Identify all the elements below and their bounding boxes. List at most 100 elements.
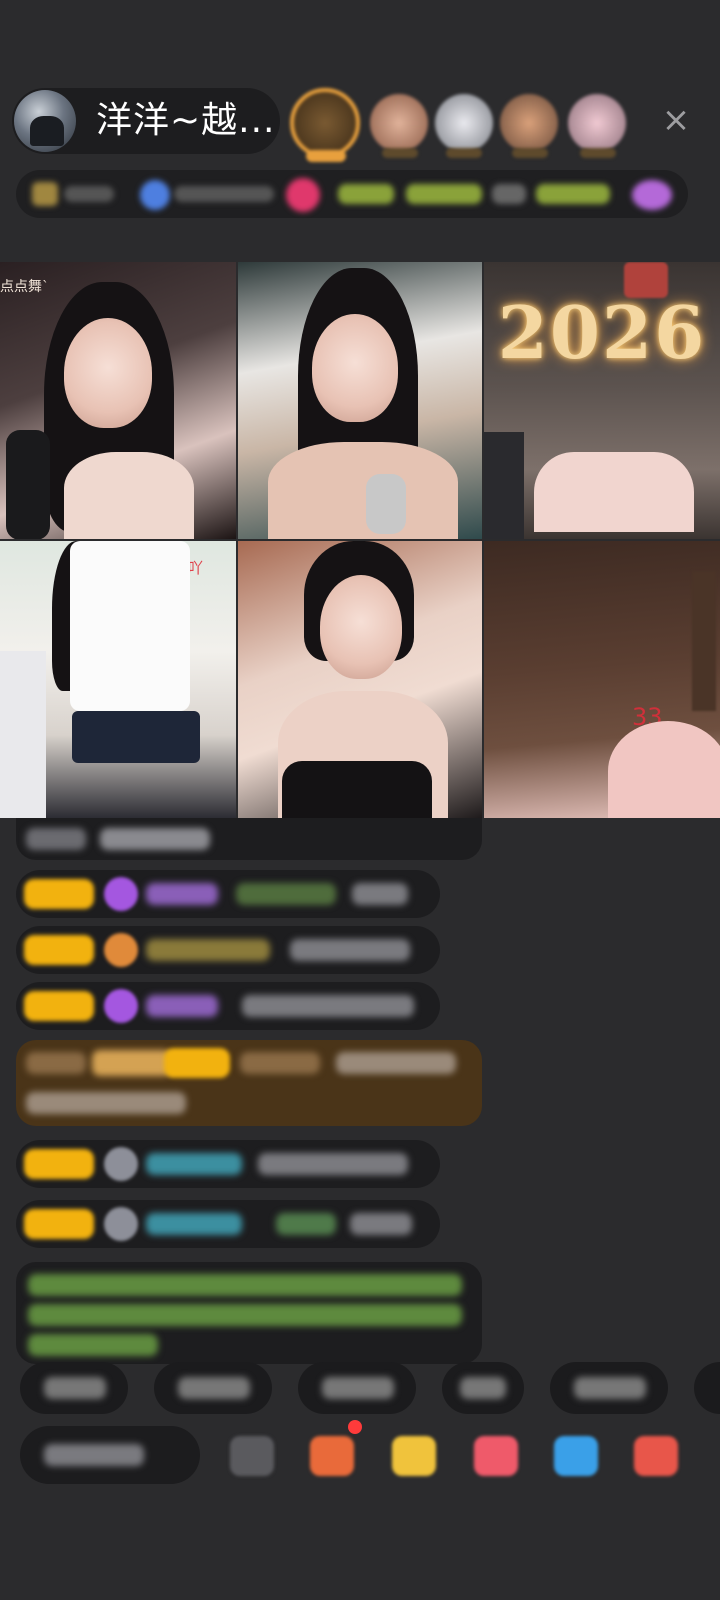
user-avatar xyxy=(104,1147,138,1181)
tag-chip[interactable] xyxy=(536,184,610,204)
notification-dot xyxy=(348,1420,362,1434)
blurred-text xyxy=(258,1153,408,1175)
tile-caption: 点点舞` xyxy=(0,279,49,295)
blurred-text xyxy=(26,1052,86,1074)
streamer-top xyxy=(70,541,190,711)
comment-input[interactable] xyxy=(20,1426,200,1484)
medal-icon xyxy=(104,933,138,967)
streamer-face xyxy=(64,318,152,428)
blurred-text xyxy=(276,1213,336,1235)
multi-guest-video-grid: 点点舞` 2026 众筹升级吖 33 xyxy=(0,262,720,818)
video-tile[interactable]: 2026 xyxy=(484,262,720,539)
streamer-body xyxy=(534,452,694,532)
streamer-body xyxy=(64,452,194,539)
chat-message[interactable] xyxy=(16,818,482,860)
streamer-body xyxy=(268,442,458,539)
microphone xyxy=(366,474,406,534)
quick-reply-chip[interactable] xyxy=(550,1362,668,1414)
viewer-avatar[interactable] xyxy=(568,94,626,152)
chat-icon[interactable] xyxy=(554,1436,598,1476)
blurred-text xyxy=(44,1377,106,1399)
side-banner xyxy=(692,571,716,711)
activity-icon[interactable] xyxy=(632,180,672,210)
viewer-badge xyxy=(580,148,616,158)
streamer-shorts xyxy=(72,711,200,763)
quick-reply-chip[interactable] xyxy=(694,1362,720,1414)
blurred-text xyxy=(178,1377,250,1399)
video-tile[interactable]: 众筹升级吖 xyxy=(0,541,236,818)
blurred-text xyxy=(242,995,414,1017)
camera-badge xyxy=(624,262,668,298)
video-tile[interactable] xyxy=(238,262,482,539)
gift-icon[interactable] xyxy=(310,1436,354,1476)
blurred-text xyxy=(322,1377,394,1399)
chat-message[interactable] xyxy=(16,1200,440,1248)
blurred-text xyxy=(146,883,218,905)
blurred-text xyxy=(460,1377,506,1399)
rank-icon[interactable] xyxy=(32,182,58,206)
shelf xyxy=(0,651,46,818)
blurred-text xyxy=(236,883,336,905)
microphone xyxy=(6,430,50,539)
activity-icon[interactable] xyxy=(474,1436,518,1476)
blurred-text xyxy=(174,186,274,202)
close-icon[interactable]: × xyxy=(660,100,692,140)
game-icon[interactable] xyxy=(392,1436,436,1476)
blurred-text xyxy=(28,1274,462,1296)
streamer-dress xyxy=(282,761,432,818)
video-tile[interactable] xyxy=(238,541,482,818)
blurred-text xyxy=(146,995,218,1017)
gem-icon xyxy=(104,989,138,1023)
quick-reply-chip[interactable] xyxy=(154,1362,272,1414)
video-tile[interactable]: 33 xyxy=(484,541,720,818)
badge-icon[interactable] xyxy=(140,180,170,210)
level-badge xyxy=(24,1149,94,1179)
user-avatar xyxy=(104,1207,138,1241)
chat-message[interactable] xyxy=(16,1140,440,1188)
blurred-text xyxy=(28,1334,158,1356)
host-info-pill[interactable]: 洋洋~越... xyxy=(12,88,280,154)
emoji-icon[interactable] xyxy=(230,1436,274,1476)
blurred-text xyxy=(26,828,86,850)
level-badge xyxy=(164,1048,230,1078)
streamer-face xyxy=(312,314,398,422)
blurred-text xyxy=(574,1377,646,1399)
blurred-text xyxy=(26,1092,186,1114)
streamer-face xyxy=(320,575,402,679)
blurred-text xyxy=(28,1304,462,1326)
host-name[interactable]: 洋洋~越... xyxy=(96,103,276,139)
quick-reply-chip[interactable] xyxy=(20,1362,128,1414)
level-badge xyxy=(24,935,94,965)
chat-message[interactable] xyxy=(16,982,440,1030)
tag-chip[interactable] xyxy=(406,184,482,204)
viewer-avatar[interactable] xyxy=(500,94,558,152)
chat-message[interactable] xyxy=(16,870,440,918)
new-year-light-sign: 2026 xyxy=(497,290,707,375)
blurred-text xyxy=(146,939,270,961)
blurred-text xyxy=(352,883,408,905)
blurred-text xyxy=(44,1444,144,1466)
blurred-text xyxy=(64,186,114,202)
viewer-avatar[interactable] xyxy=(370,94,428,152)
tag-chip[interactable] xyxy=(338,184,394,204)
chat-message-highlighted[interactable] xyxy=(16,1040,482,1126)
viewer-avatar[interactable] xyxy=(290,88,360,162)
host-avatar[interactable] xyxy=(14,90,76,152)
level-badge xyxy=(24,1209,94,1239)
viewer-avatar[interactable] xyxy=(435,94,493,152)
viewer-badge xyxy=(512,148,548,158)
blurred-text xyxy=(350,1213,412,1235)
viewer-badge xyxy=(446,148,482,158)
quick-reply-chip[interactable] xyxy=(298,1362,416,1414)
streamer-body xyxy=(608,721,720,818)
level-badge xyxy=(24,991,94,1021)
quick-reply-chip[interactable] xyxy=(442,1362,524,1414)
blurred-text xyxy=(290,939,410,961)
more-icon[interactable] xyxy=(634,1436,678,1476)
chat-message[interactable] xyxy=(16,926,440,974)
tag-chip[interactable] xyxy=(492,184,526,204)
viewer-badge xyxy=(382,148,418,158)
video-tile[interactable]: 点点舞` xyxy=(0,262,236,539)
blurred-text xyxy=(100,828,210,850)
event-icon[interactable] xyxy=(286,178,320,212)
